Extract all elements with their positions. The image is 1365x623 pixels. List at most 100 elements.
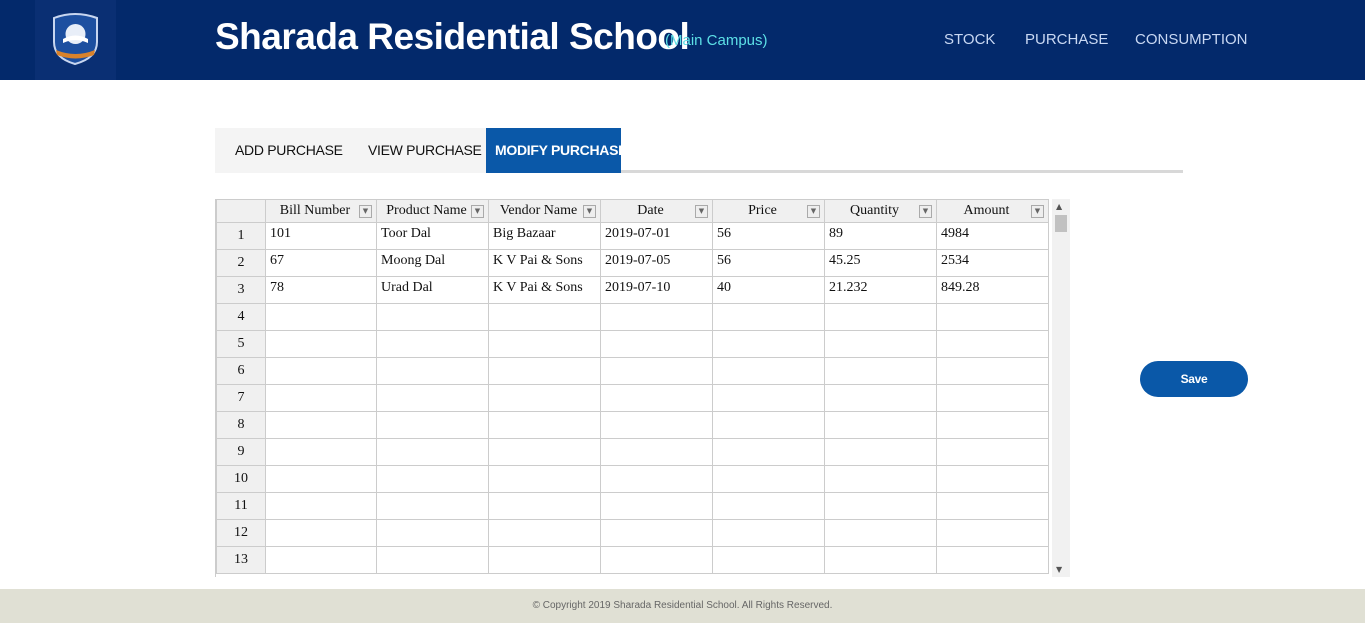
grid-cell[interactable]: K V Pai & Sons — [488, 276, 601, 304]
grid-cell[interactable] — [936, 465, 1049, 493]
row-number[interactable]: 10 — [216, 465, 266, 493]
grid-cell[interactable]: Big Bazaar — [488, 222, 601, 250]
grid-cell[interactable] — [265, 465, 377, 493]
grid-cell[interactable] — [376, 492, 489, 520]
grid-cell[interactable] — [488, 492, 601, 520]
grid-cell[interactable] — [488, 411, 601, 439]
grid-cell[interactable] — [824, 330, 937, 358]
grid-cell[interactable] — [712, 357, 825, 385]
grid-cell[interactable]: 2534 — [936, 249, 1049, 277]
grid-cell[interactable]: 89 — [824, 222, 937, 250]
grid-cell[interactable] — [376, 303, 489, 331]
grid-cell[interactable]: Urad Dal — [376, 276, 489, 304]
scroll-thumb[interactable] — [1055, 215, 1067, 232]
grid-cell[interactable] — [376, 546, 489, 574]
grid-cell[interactable] — [488, 465, 601, 493]
grid-cell[interactable]: 849.28 — [936, 276, 1049, 304]
row-number[interactable]: 2 — [216, 249, 266, 277]
grid-cell[interactable] — [600, 438, 713, 466]
grid-cell[interactable] — [600, 357, 713, 385]
tab-add-purchase[interactable]: ADD PURCHASE — [215, 128, 349, 173]
row-number[interactable]: 3 — [216, 276, 266, 304]
purchase-grid[interactable]: Bill Number ▼ Product Name ▼ Vendor Name ▼ … — [215, 199, 1070, 577]
column-header[interactable]: Quantity ▼ — [824, 199, 937, 223]
grid-cell[interactable] — [936, 303, 1049, 331]
grid-cell[interactable] — [712, 384, 825, 412]
grid-cell[interactable] — [265, 546, 377, 574]
row-number[interactable]: 6 — [216, 357, 266, 385]
row-number[interactable]: 5 — [216, 330, 266, 358]
row-number[interactable]: 1 — [216, 222, 266, 250]
row-number[interactable]: 13 — [216, 546, 266, 574]
grid-cell[interactable] — [265, 519, 377, 547]
grid-cell[interactable]: 67 — [265, 249, 377, 277]
grid-cell[interactable] — [600, 546, 713, 574]
nav-purchase[interactable]: PURCHASE — [1025, 31, 1108, 48]
save-button[interactable]: Save — [1140, 361, 1248, 397]
grid-cell[interactable] — [824, 357, 937, 385]
grid-cell[interactable] — [936, 492, 1049, 520]
tab-view-purchase[interactable]: VIEW PURCHASE — [349, 128, 486, 173]
grid-cell[interactable] — [824, 411, 937, 439]
grid-cell[interactable] — [712, 492, 825, 520]
grid-cell[interactable]: 56 — [712, 249, 825, 277]
grid-cell[interactable]: Moong Dal — [376, 249, 489, 277]
grid-cell[interactable] — [712, 546, 825, 574]
grid-cell[interactable] — [376, 357, 489, 385]
grid-cell[interactable] — [376, 384, 489, 412]
grid-cell[interactable] — [265, 330, 377, 358]
grid-cell[interactable] — [936, 519, 1049, 547]
grid-cell[interactable] — [488, 438, 601, 466]
grid-cell[interactable] — [712, 438, 825, 466]
grid-cell[interactable] — [265, 303, 377, 331]
grid-cell[interactable] — [600, 492, 713, 520]
grid-cell[interactable]: 21.232 — [824, 276, 937, 304]
grid-cell[interactable] — [824, 303, 937, 331]
grid-cell[interactable] — [376, 465, 489, 493]
grid-cell[interactable] — [824, 492, 937, 520]
nav-consumption[interactable]: CONSUMPTION — [1135, 31, 1248, 48]
grid-cell[interactable] — [376, 330, 489, 358]
grid-cell[interactable] — [488, 546, 601, 574]
grid-cell[interactable] — [488, 357, 601, 385]
grid-cell[interactable] — [600, 384, 713, 412]
grid-cell[interactable] — [712, 330, 825, 358]
dropdown-arrow-icon[interactable]: ▼ — [471, 205, 484, 218]
column-header[interactable]: Price ▼ — [712, 199, 825, 223]
column-header[interactable]: Product Name ▼ — [376, 199, 489, 223]
grid-cell[interactable] — [265, 411, 377, 439]
grid-cell[interactable] — [265, 492, 377, 520]
grid-cell[interactable] — [265, 384, 377, 412]
grid-cell[interactable]: 56 — [712, 222, 825, 250]
grid-cell[interactable] — [936, 330, 1049, 358]
row-number[interactable]: 9 — [216, 438, 266, 466]
grid-cell[interactable] — [712, 303, 825, 331]
grid-scrollbar[interactable]: ▲ ▼ — [1052, 199, 1070, 577]
grid-cell[interactable] — [600, 519, 713, 547]
grid-cell[interactable] — [712, 465, 825, 493]
dropdown-arrow-icon[interactable]: ▼ — [1031, 205, 1044, 218]
grid-cell[interactable]: 2019-07-01 — [600, 222, 713, 250]
school-logo[interactable] — [35, 0, 116, 80]
grid-cell[interactable]: 2019-07-05 — [600, 249, 713, 277]
row-number[interactable]: 12 — [216, 519, 266, 547]
grid-cell[interactable] — [488, 303, 601, 331]
grid-cell[interactable]: 2019-07-10 — [600, 276, 713, 304]
row-number[interactable]: 11 — [216, 492, 266, 520]
grid-cell[interactable] — [936, 546, 1049, 574]
grid-cell[interactable] — [488, 384, 601, 412]
dropdown-arrow-icon[interactable]: ▼ — [583, 205, 596, 218]
scroll-up-icon[interactable]: ▲ — [1056, 202, 1062, 211]
grid-cell[interactable] — [600, 330, 713, 358]
dropdown-arrow-icon[interactable]: ▼ — [807, 205, 820, 218]
grid-cell[interactable]: Toor Dal — [376, 222, 489, 250]
row-number[interactable]: 4 — [216, 303, 266, 331]
grid-cell[interactable] — [488, 330, 601, 358]
grid-cell[interactable] — [824, 384, 937, 412]
dropdown-arrow-icon[interactable]: ▼ — [695, 205, 708, 218]
scroll-down-icon[interactable]: ▼ — [1056, 565, 1062, 574]
grid-cell[interactable] — [600, 465, 713, 493]
grid-cell[interactable]: 78 — [265, 276, 377, 304]
grid-cell[interactable] — [376, 411, 489, 439]
grid-cell[interactable]: 40 — [712, 276, 825, 304]
